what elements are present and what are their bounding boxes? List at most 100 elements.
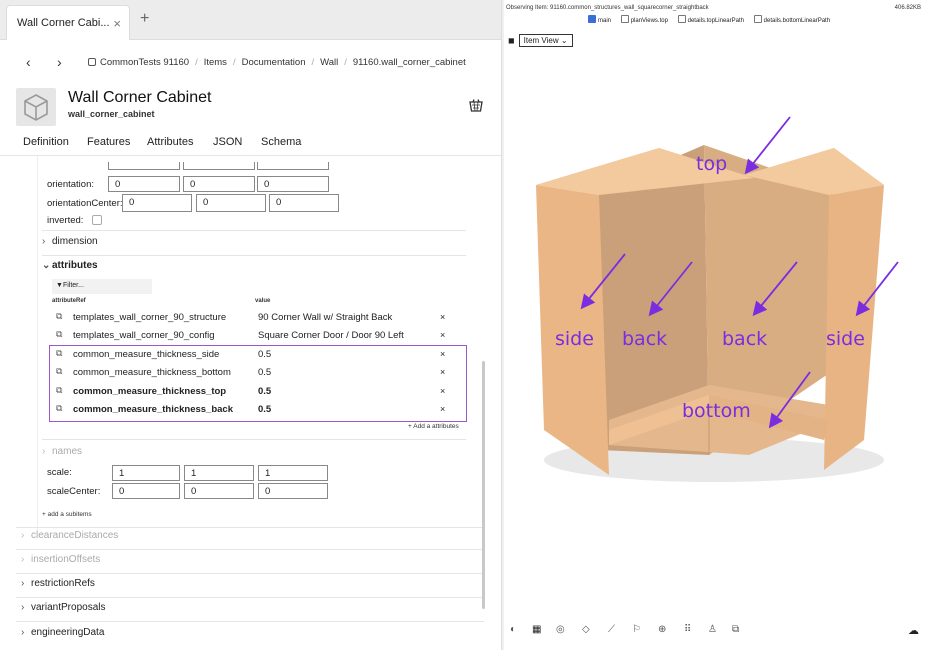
- tab-definition[interactable]: Definition: [23, 136, 69, 148]
- page-title: Wall Corner Cabinet: [68, 89, 212, 106]
- attribute-value[interactable]: 90 Corner Wall w/ Straight Back: [258, 312, 392, 323]
- section-attributes[interactable]: ⌄ attributes: [42, 260, 98, 271]
- back-button[interactable]: ‹: [26, 54, 31, 70]
- position-z-field[interactable]: [257, 162, 329, 170]
- remove-icon[interactable]: ×: [440, 367, 445, 377]
- tab-json[interactable]: JSON: [213, 136, 242, 148]
- new-tab-button[interactable]: +: [140, 10, 149, 28]
- open-link-icon[interactable]: ⧉: [56, 366, 62, 377]
- close-icon[interactable]: ×: [113, 16, 121, 31]
- section-label: names: [52, 446, 83, 457]
- attribute-ref: templates_wall_corner_90_structure: [73, 312, 227, 323]
- section-restriction-refs[interactable]: › restrictionRefs: [21, 578, 95, 589]
- remove-icon[interactable]: ×: [440, 330, 445, 340]
- remove-icon[interactable]: ×: [440, 404, 445, 414]
- viewer-toolbar: ◐ ▦ ◎ ◇ ⟋ ⚐ ⊕ ⠿ ♙ ⧉: [510, 624, 920, 638]
- navigation-row: ‹ › CommonTests 91160/Items / Documentatio…: [0, 48, 501, 78]
- flag-icon[interactable]: ⚐: [632, 624, 641, 635]
- section-label: dimension: [52, 236, 98, 247]
- target-icon[interactable]: ⊕: [658, 624, 666, 635]
- orientation-y-field[interactable]: 0: [183, 176, 255, 192]
- tab-wall-corner-cabinet[interactable]: Wall Corner Cabi... ×: [6, 5, 130, 40]
- attribute-value[interactable]: Square Corner Door / Door 90 Left: [258, 330, 404, 341]
- scale-y-field[interactable]: 1: [184, 465, 254, 481]
- scale-center-x-field[interactable]: 0: [112, 483, 180, 499]
- section-clearance-distances[interactable]: › clearanceDistances: [21, 530, 118, 541]
- breadcrumb-item[interactable]: Items: [204, 57, 227, 68]
- position-x-field[interactable]: [108, 162, 180, 170]
- attribute-value[interactable]: 0.5: [258, 349, 271, 360]
- table-row[interactable]: ⧉ templates_wall_corner_90_config Square…: [52, 327, 464, 345]
- section-names[interactable]: › names: [42, 446, 82, 457]
- orientation-center-y-field[interactable]: 0: [196, 194, 266, 212]
- breadcrumb-item[interactable]: CommonTests 91160: [100, 57, 189, 68]
- scale-center-y-field[interactable]: 0: [184, 483, 254, 499]
- open-link-icon[interactable]: ⧉: [56, 385, 62, 396]
- section-variant-proposals[interactable]: › variantProposals: [21, 602, 105, 613]
- inverted-checkbox[interactable]: [92, 215, 102, 225]
- layers-icon[interactable]: ⧉: [732, 624, 739, 635]
- scale-center-z-field[interactable]: 0: [258, 483, 328, 499]
- table-row[interactable]: ⧉ common_measure_thickness_bottom 0.5 ×: [52, 364, 464, 382]
- breadcrumb-item[interactable]: 91160.wall_corner_cabinet: [353, 57, 466, 68]
- section-engineering-data[interactable]: › engineeringData: [21, 627, 104, 638]
- table-row[interactable]: ⧉ templates_wall_corner_90_structure 90 …: [52, 309, 464, 327]
- scrollbar[interactable]: [482, 361, 485, 609]
- section-label: engineeringData: [31, 627, 105, 638]
- person-icon[interactable]: ♙: [708, 624, 717, 635]
- table-row[interactable]: ⧉ common_measure_thickness_side 0.5 ×: [52, 346, 464, 364]
- breadcrumb-item[interactable]: Documentation: [242, 57, 306, 68]
- remove-icon[interactable]: ×: [440, 312, 445, 322]
- orientation-label: orientation:: [47, 179, 95, 190]
- 3d-viewport[interactable]: top side back back side bottom: [504, 0, 927, 650]
- section-insertion-offsets[interactable]: › insertionOffsets: [21, 554, 100, 565]
- column-header-value: value: [255, 298, 271, 304]
- divider: [42, 255, 466, 256]
- dots-icon[interactable]: ⠿: [684, 624, 691, 635]
- attribute-value[interactable]: 0.5: [258, 404, 271, 415]
- add-attribute-button[interactable]: + Add a attributes: [408, 423, 459, 430]
- basket-icon[interactable]: [468, 98, 484, 117]
- cube-icon: [16, 88, 56, 126]
- open-link-icon[interactable]: ⧉: [56, 329, 62, 340]
- column-header-ref: attributeRef: [52, 298, 86, 304]
- scale-x-field[interactable]: 1: [112, 465, 180, 481]
- open-link-icon[interactable]: ⧉: [56, 403, 62, 414]
- table-row[interactable]: ⧉ common_measure_thickness_top 0.5 ×: [52, 383, 464, 401]
- cube-view-icon[interactable]: ◇: [582, 624, 590, 635]
- orientation-z-field[interactable]: 0: [257, 176, 329, 192]
- open-link-icon[interactable]: ⧉: [56, 348, 62, 359]
- remove-icon[interactable]: ×: [440, 349, 445, 359]
- remove-icon[interactable]: ×: [440, 386, 445, 396]
- section-dimension[interactable]: › dimension: [42, 236, 98, 247]
- brush-icon[interactable]: ⟋: [608, 624, 615, 635]
- palette-icon[interactable]: ◐: [510, 624, 516, 635]
- filter-icon: ▼: [56, 282, 63, 289]
- orientation-center-z-field[interactable]: 0: [269, 194, 339, 212]
- attribute-ref: common_measure_thickness_back: [73, 404, 233, 415]
- filter-input[interactable]: ▼Filter...: [52, 279, 152, 294]
- tab-schema[interactable]: Schema: [261, 136, 301, 148]
- forward-button[interactable]: ›: [57, 54, 62, 70]
- breadcrumb-item[interactable]: Wall: [320, 57, 338, 68]
- orientation-center-x-field[interactable]: 0: [122, 194, 192, 212]
- open-link-icon[interactable]: ⧉: [56, 311, 62, 322]
- attribute-value[interactable]: 0.5: [258, 367, 271, 378]
- add-subitem-button[interactable]: + add a subitems: [42, 511, 92, 518]
- table-row[interactable]: ⧉ common_measure_thickness_back 0.5 ×: [52, 401, 464, 419]
- tab-attributes[interactable]: Attributes: [147, 136, 193, 148]
- position-y-field[interactable]: [183, 162, 255, 170]
- cloud-download-icon[interactable]: ☁: [908, 624, 919, 637]
- viewer-panel: Observing Item: 91160.common_structures_…: [504, 0, 927, 650]
- editor-panel: Wall Corner Cabi... × + ‹ › CommonTests …: [0, 0, 502, 650]
- attribute-value[interactable]: 0.5: [258, 386, 271, 397]
- orientation-x-field[interactable]: 0: [108, 176, 180, 192]
- divider: [16, 621, 484, 622]
- arrow-top: [744, 116, 791, 175]
- grid-icon[interactable]: ▦: [532, 624, 541, 635]
- item-id: wall_corner_cabinet: [68, 109, 155, 119]
- tab-features[interactable]: Features: [87, 136, 130, 148]
- scale-z-field[interactable]: 1: [258, 465, 328, 481]
- item-header: Wall Corner Cabinet wall_corner_cabinet: [16, 88, 496, 130]
- compass-icon[interactable]: ◎: [556, 624, 565, 635]
